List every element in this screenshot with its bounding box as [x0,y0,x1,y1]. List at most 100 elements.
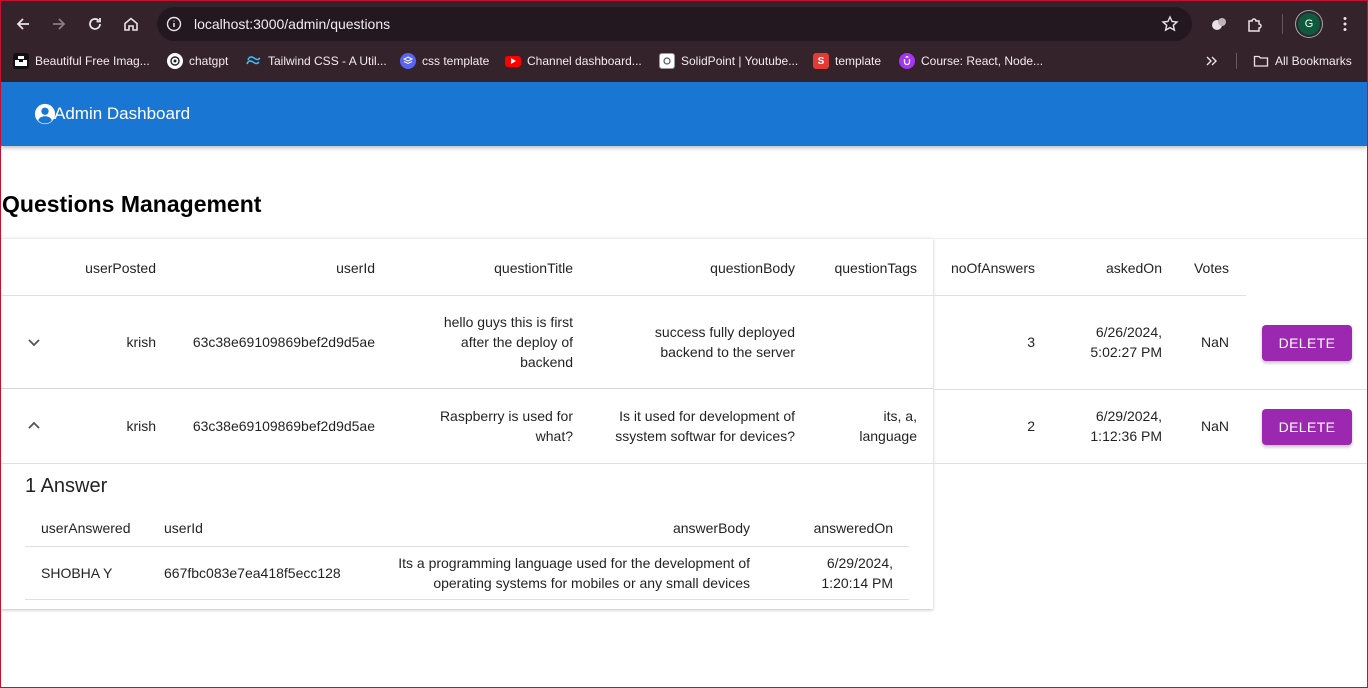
cell-votes: NaN [1200,418,1229,434]
column-header-questionTags[interactable]: questionTags [834,258,917,278]
all-bookmarks-label: All Bookmarks [1275,54,1352,68]
browser-menu-button[interactable] [1329,8,1361,40]
collapse-row-button[interactable] [21,413,47,439]
bookmark-item[interactable]: Beautiful Free Imag... [13,48,150,74]
cell-answerBody: Its a programming language used for the … [398,555,750,591]
bookmark-label: css template [422,54,490,68]
site-info-icon[interactable] [165,15,183,33]
column-header-questionBody[interactable]: questionBody [710,258,795,278]
cell-userId: 63c38e69109869bef2d9d5ae [192,334,375,350]
cell-questionTitle: Raspberry is used for what? [439,408,573,444]
bookmark-label: Course: React, Node... [921,54,1044,68]
column-header-userAnswered[interactable]: userAnswered [41,518,131,538]
profile-avatar[interactable]: G [1298,13,1320,35]
arrow-left-icon [16,18,29,30]
bookmark-item[interactable]: css template [400,48,489,74]
delete-button[interactable]: DELETE [1262,409,1352,445]
cell-noOfAnswers: 3 [1027,334,1035,350]
column-header-questionTitle[interactable]: questionTitle [494,258,573,278]
column-header-userId[interactable]: userId [336,258,375,278]
column-header-userId[interactable]: userId [164,518,203,538]
cell-userId: 667fbc083e7ea418f5ecc128 [164,565,341,581]
cell-noOfAnswers: 2 [1027,418,1035,434]
bookmark-item[interactable]: S template [813,48,881,74]
bookmark-label: Tailwind CSS - A Util... [268,54,387,68]
reload-icon [89,18,101,30]
toolbar-divider [1282,14,1283,34]
url-text[interactable]: localhost:3000/admin/questions [194,16,390,32]
bookmark-label: chatgpt [189,54,229,68]
more-bookmarks-button[interactable] [1205,48,1219,74]
cell-questionTitle: hello guys this is first after the deplo… [443,314,573,370]
youtube-icon [505,55,521,67]
bookmark-label: template [835,54,882,68]
puzzle-icon [1248,18,1262,32]
bookmarks-divider [1236,53,1237,69]
answers-header-divider [25,546,909,547]
cell-answeredOn: 6/29/2024, 1:20:14 PM [821,555,893,591]
column-header-votes[interactable]: Votes [1194,258,1229,278]
bookmark-item[interactable]: chatgpt [167,48,228,74]
bookmark-item[interactable]: Tailwind CSS - A Util... [246,48,387,74]
account-circle-icon [34,103,56,125]
cell-questionTags: its, a, language [859,408,917,444]
cell-userPosted: krish [126,334,156,350]
home-button[interactable] [115,8,147,40]
back-button[interactable] [7,8,39,40]
page-title: Questions Management [2,191,262,217]
cell-questionBody: success fully deployed backend to the se… [654,324,795,360]
row-divider [933,389,1367,390]
reload-button[interactable] [79,8,111,40]
column-header-answerBody[interactable]: answerBody [673,518,750,538]
layers-icon [400,53,416,69]
chatgpt-icon [167,53,183,69]
solidpoint-icon [659,53,675,69]
all-bookmarks-button[interactable]: All Bookmarks [1253,48,1352,74]
browser-toolbar: localhost:3000/admin/questions G [0,0,1368,48]
cell-askedOn: 6/29/2024, 1:12:36 PM [1090,408,1162,444]
bookmark-item[interactable]: SolidPoint | Youtube... [659,48,798,74]
s-icon: S [813,53,829,69]
app-title: Admin Dashboard [54,104,191,123]
delete-button[interactable]: DELETE [1262,325,1352,361]
arrow-right-icon [53,18,66,30]
column-header-answeredOn[interactable]: answeredOn [814,518,893,538]
column-header-userPosted[interactable]: userPosted [85,258,156,278]
bookmark-star-icon[interactable] [1160,14,1180,34]
bookmark-item[interactable]: Channel dashboard... [505,48,642,74]
answer-row-divider [25,599,909,600]
extension-blob-icon [1212,18,1226,30]
app-header: Admin Dashboard [1,82,1367,146]
tailwind-icon [246,53,262,69]
udemy-icon [899,53,915,69]
forward-button[interactable] [43,8,75,40]
bookmarks-bar: Beautiful Free Imag... chatgpt Tailwind … [0,48,1368,82]
kebab-menu-icon [1343,17,1347,31]
row-divider [1,388,933,389]
cell-userId: 63c38e69109869bef2d9d5ae [192,418,375,434]
home-icon [124,17,138,31]
expand-row-button[interactable] [21,329,47,355]
bookmark-label: SolidPoint | Youtube... [681,54,799,68]
unsplash-icon [13,53,29,69]
chevron-up-icon [28,421,40,429]
extensions-menu-button[interactable] [1239,8,1271,40]
cell-votes: NaN [1200,334,1229,350]
bookmark-label: Channel dashboard... [527,54,642,68]
bookmark-item[interactable]: Course: React, Node... [899,48,1043,74]
bookmark-label: Beautiful Free Imag... [35,54,150,68]
extension-button[interactable] [1203,8,1235,40]
row-divider [1,463,1367,464]
chevron-down-icon [28,339,40,347]
header-divider [1,295,1246,296]
cell-askedOn: 6/26/2024, 5:02:27 PM [1090,324,1162,360]
column-header-askedOn[interactable]: askedOn [1106,258,1162,278]
address-bar[interactable]: localhost:3000/admin/questions [157,7,1192,41]
double-chevron-right-icon [1206,56,1217,66]
folder-icon [1253,55,1269,67]
answers-count-title: 1 Answer [25,475,108,497]
column-header-noOfAnswers[interactable]: noOfAnswers [951,258,1035,278]
cell-userPosted: krish [126,418,156,434]
cell-userAnswered: SHOBHA Y [41,565,113,581]
cell-questionBody: Is it used for development of ssystem so… [615,408,795,444]
